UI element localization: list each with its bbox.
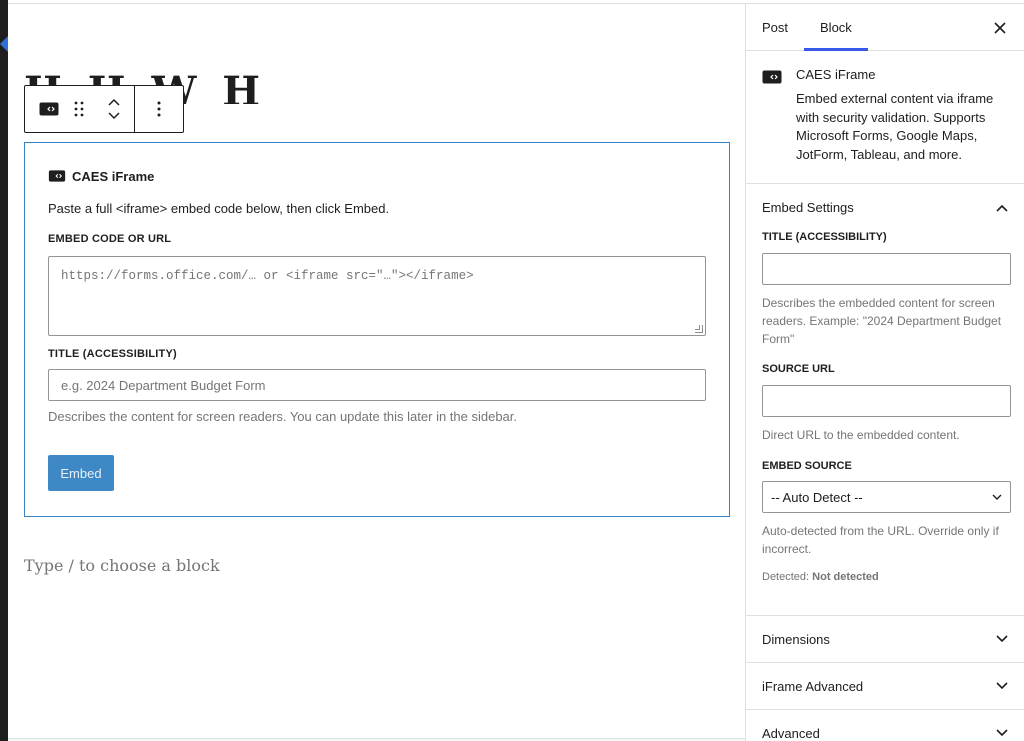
title-input[interactable]: e.g. 2024 Department Budget Form [48, 369, 706, 401]
chevron-up-icon [996, 204, 1008, 212]
panel-iframe-advanced-title: iFrame Advanced [762, 678, 864, 694]
caes-iframe-block[interactable]: CAES iFrame Paste a full <iframe> embed … [24, 142, 730, 517]
chevron-down-icon [992, 494, 1002, 501]
sidebar-title-label: Title (accessibility) [762, 231, 887, 243]
admin-menu-strip [0, 0, 8, 741]
embed-settings-title: Embed Settings [762, 200, 854, 215]
block-toolbar [24, 85, 184, 133]
embed-source-help: Auto-detected from the URL. Override onl… [762, 524, 999, 556]
block-card-description: Embed external content via iframe with s… [796, 91, 994, 162]
resize-grip-icon[interactable] [695, 325, 703, 333]
embed-code-label: Embed code or URL [48, 233, 172, 245]
block-instruction: Paste a full <iframe> embed code below, … [48, 201, 390, 216]
embed-code-textarea[interactable]: https://forms.office.com/… or <iframe sr… [48, 256, 706, 336]
sidebar-title-input[interactable] [762, 253, 1011, 285]
tab-block[interactable]: Block [804, 4, 868, 51]
sidebar-tabs: Post Block [746, 4, 1024, 51]
panel-dimensions-title: Dimensions [762, 631, 830, 647]
drag-handle-icon[interactable] [59, 89, 99, 129]
embed-block-icon [48, 170, 66, 182]
block-card-title: CAES iFrame [796, 67, 876, 82]
embed-block-icon[interactable] [39, 99, 59, 119]
title-label: Title (accessibility) [48, 348, 177, 360]
detected-label: Detected: [762, 571, 810, 583]
detected-value: Not detected [812, 571, 879, 583]
source-url-help: Direct URL to the embedded content. [762, 428, 960, 442]
embed-code-placeholder: https://forms.office.com/… or <iframe sr… [61, 269, 474, 283]
panel-dimensions[interactable]: Dimensions [746, 616, 1024, 663]
embed-block-icon [762, 67, 782, 167]
block-toolbar-main-group [25, 86, 135, 132]
block-mover [99, 87, 129, 131]
editor-canvas[interactable]: H H W H [8, 4, 745, 741]
block-header: CAES iFrame [48, 167, 706, 185]
title-help: Describes the content for screen readers… [48, 409, 518, 424]
settings-sidebar: Post Block CAES iFrame Embed external co… [745, 4, 1024, 741]
chevron-down-icon [996, 729, 1008, 737]
block-card: CAES iFrame Embed external content via i… [746, 51, 1024, 184]
chevron-down-icon[interactable] [107, 111, 121, 121]
source-url-label: Source URL [762, 363, 835, 375]
embed-settings-panel: Embed Settings Title (accessibility) Des… [746, 184, 1024, 616]
embed-source-select[interactable]: -- Auto Detect -- [762, 481, 1011, 513]
panel-iframe-advanced[interactable]: iFrame Advanced [746, 663, 1024, 710]
panel-advanced-title: Advanced [762, 725, 820, 741]
collapse-arrow-icon[interactable] [0, 36, 8, 52]
embed-source-value: -- Auto Detect -- [771, 489, 863, 505]
block-title: CAES iFrame [72, 168, 155, 184]
embed-settings-toggle[interactable]: Embed Settings [746, 184, 1024, 231]
more-vertical-icon[interactable] [135, 86, 183, 132]
embed-source-label: Embed source [762, 460, 852, 472]
sidebar-title-help: Describes the embedded content for scree… [762, 296, 1002, 346]
chevron-down-icon [996, 635, 1008, 643]
title-placeholder: e.g. 2024 Department Budget Form [61, 377, 266, 393]
panel-advanced[interactable]: Advanced [746, 710, 1024, 741]
source-url-input[interactable] [762, 385, 1011, 417]
close-icon[interactable] [988, 16, 1012, 40]
chevron-up-icon[interactable] [107, 97, 121, 107]
chevron-down-icon [996, 682, 1008, 690]
detected-status: Detected: Not detected [762, 571, 1008, 583]
tab-post[interactable]: Post [746, 4, 804, 50]
embed-button[interactable]: Embed [48, 455, 114, 491]
block-appender[interactable]: Type / to choose a block [24, 556, 220, 575]
